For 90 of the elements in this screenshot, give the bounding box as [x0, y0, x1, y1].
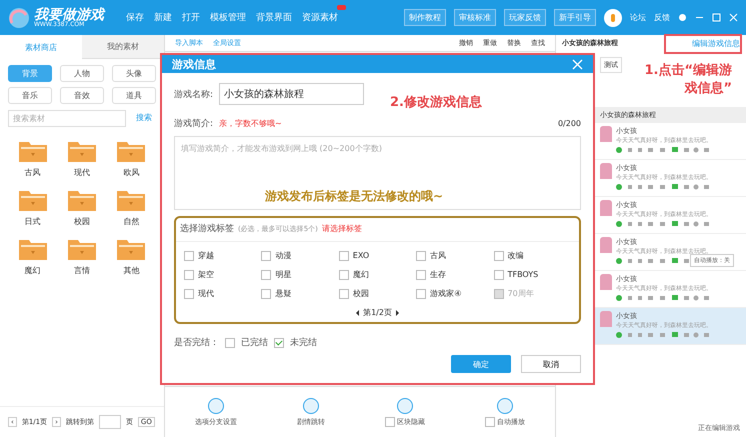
tag-label[interactable]: 生存	[430, 269, 446, 280]
character-avatar	[600, 200, 612, 216]
annotation-text: 1.点击“编辑游戏信息”	[643, 62, 732, 98]
checkbox[interactable]	[338, 288, 349, 298]
maximize-icon[interactable]	[712, 13, 721, 22]
tool-icon[interactable]	[208, 398, 224, 414]
folder-label: 现代	[74, 167, 90, 178]
field-label: 游戏简介:	[174, 118, 214, 130]
folder-label: 其他	[123, 265, 140, 276]
folder-label: 自然	[123, 216, 140, 227]
folder-label: 言情	[74, 265, 90, 276]
checkbox[interactable]	[416, 288, 426, 298]
folder-icon[interactable]	[66, 139, 97, 163]
option-label[interactable]: 未完结	[290, 336, 317, 349]
folder-icon[interactable]	[18, 188, 48, 212]
warning-text: 亲，字数不够哦~	[219, 118, 282, 129]
checkbox[interactable]	[416, 270, 426, 280]
folder-label: 校园	[74, 216, 90, 227]
folder-icon[interactable]	[66, 188, 97, 212]
character-avatar	[600, 311, 612, 327]
folder-label: 日式	[24, 216, 41, 227]
folder-icon[interactable]	[116, 237, 146, 261]
tag-label[interactable]: EXO	[352, 251, 370, 260]
folder-label: 欧风	[123, 167, 140, 178]
close-icon[interactable]	[729, 13, 738, 22]
tool-icon[interactable]	[497, 398, 513, 414]
cancel-button[interactable]: 取消	[521, 355, 581, 373]
character-avatar	[600, 163, 612, 179]
option-label[interactable]: 已完结	[241, 336, 268, 349]
checkbox[interactable]	[274, 338, 284, 348]
folder-icon[interactable]	[18, 139, 48, 163]
annotation-text: 2.修改游戏信息	[390, 94, 482, 111]
avatar[interactable]	[604, 8, 622, 26]
checkbox[interactable]	[225, 338, 235, 348]
page-indicator: 第1/2页	[363, 307, 392, 318]
character-avatar	[600, 237, 612, 253]
tag-label[interactable]: 穿越	[198, 250, 214, 261]
checkbox[interactable]	[338, 270, 349, 280]
character-avatar	[600, 126, 612, 142]
close-icon[interactable]	[572, 58, 583, 70]
tag-label[interactable]: 游戏家④	[430, 288, 462, 299]
checkbox[interactable]	[416, 250, 426, 260]
folder-icon[interactable]	[116, 188, 146, 212]
checkbox[interactable]	[338, 250, 349, 260]
checkbox[interactable]	[385, 416, 395, 426]
warning-text: 请选择标签	[322, 223, 362, 234]
folder-icon[interactable]	[116, 139, 146, 163]
tag-label[interactable]: 魔幻	[352, 269, 369, 280]
tag-label[interactable]: 悬疑	[275, 288, 292, 299]
logo-icon	[8, 6, 30, 28]
checkbox[interactable]	[261, 288, 272, 298]
category-button[interactable]: 音效	[60, 87, 104, 104]
category-button[interactable]: 头像	[112, 65, 156, 82]
field-label: 选择游戏标签	[180, 222, 234, 235]
panel-tab[interactable]: 我的素材	[82, 35, 164, 59]
checkbox[interactable]	[485, 416, 495, 426]
name-field[interactable]: 小女孩的森林旅程	[219, 83, 364, 105]
tag-label[interactable]: 架空	[198, 269, 214, 280]
tag-label[interactable]: 现代	[198, 288, 214, 299]
category-button[interactable]: 音乐	[8, 87, 52, 104]
field-label: 游戏名称:	[174, 88, 214, 100]
checkbox[interactable]	[494, 250, 504, 260]
tool-icon[interactable]	[303, 398, 319, 414]
logo-title: 我要做游戏	[34, 8, 104, 22]
folder-label: 古风	[24, 167, 41, 178]
field-label: 是否完结：	[174, 336, 219, 349]
prev-icon[interactable]	[356, 310, 360, 316]
dialog-title: 游戏信息	[172, 56, 216, 72]
tag-label[interactable]: 校园	[352, 288, 369, 299]
folder-icon[interactable]	[66, 237, 97, 261]
checkbox[interactable]	[261, 250, 272, 260]
checkbox[interactable]	[184, 288, 194, 298]
tag-label[interactable]: 明星	[275, 269, 292, 280]
folder-label: 魔幻	[24, 265, 41, 276]
tag-label[interactable]: 古风	[430, 250, 446, 261]
tag-label[interactable]: 动漫	[275, 250, 292, 261]
category-button[interactable]: 道具	[112, 87, 156, 104]
checkbox[interactable]	[494, 270, 504, 280]
tool-icon[interactable]	[397, 398, 413, 414]
tag-label[interactable]: TFBOYS	[508, 270, 538, 279]
folder-icon[interactable]	[18, 237, 48, 261]
next-icon[interactable]	[396, 310, 399, 316]
page-input[interactable]	[98, 415, 121, 429]
checkbox[interactable]	[261, 270, 272, 280]
character-avatar	[600, 274, 612, 290]
tag-label[interactable]: 改编	[508, 250, 524, 261]
checkbox[interactable]	[184, 270, 194, 280]
category-button[interactable]: 人物	[60, 65, 104, 82]
settings-icon[interactable]	[678, 13, 687, 22]
checkbox[interactable]	[184, 250, 194, 260]
